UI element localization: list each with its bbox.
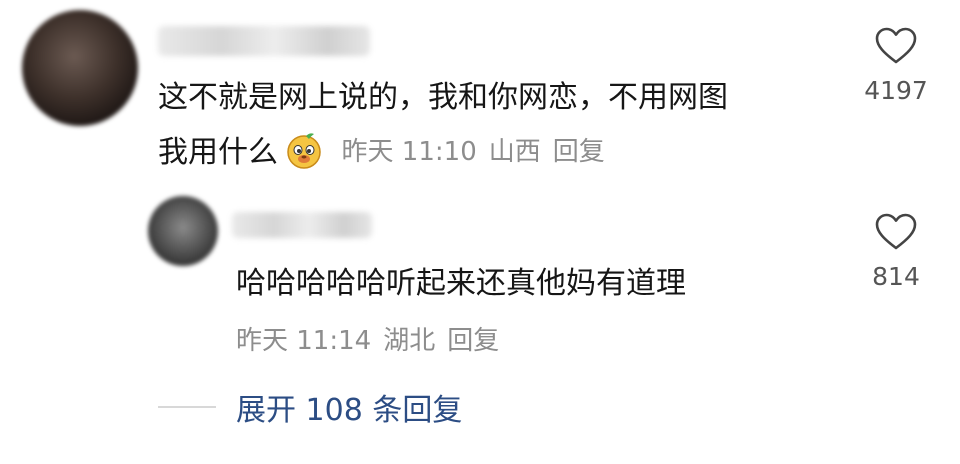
reply-reply-button[interactable]: 回复: [447, 320, 499, 357]
reply-location: 湖北: [383, 326, 436, 356]
username-blurred[interactable]: [158, 26, 370, 56]
expand-replies-label[interactable]: 展开 108 条回复: [236, 385, 462, 429]
reply-time: 昨天 11:14: [236, 326, 372, 356]
heart-icon: [875, 213, 917, 250]
doge-emoji-icon: [287, 133, 321, 169]
divider-line: [158, 406, 216, 408]
comment-meta: 昨天 11:10 山西 回复: [342, 130, 617, 174]
reply-meta: 昨天 11:14 湖北 回复: [236, 320, 511, 357]
comment-like-button[interactable]: 4197: [856, 26, 936, 105]
reply-avatar[interactable]: [148, 196, 218, 266]
comment-text-line2-wrapper: 我用什么 昨天 11:10 山西 回复: [158, 130, 617, 175]
reply-username-blurred[interactable]: [232, 212, 372, 238]
avatar[interactable]: [22, 10, 138, 126]
comment-reply-button[interactable]: 回复: [553, 130, 605, 174]
expand-replies-button[interactable]: 展开 108 条回复: [158, 385, 462, 429]
reply-text: 哈哈哈哈哈听起来还真他妈有道理: [236, 266, 686, 301]
comment-text-line2: 我用什么: [158, 135, 278, 170]
comment-like-count: 4197: [864, 76, 928, 105]
comment-text-line1: 这不就是网上说的，我和你网恋，不用网图: [158, 80, 728, 115]
reply-like-count: 814: [872, 262, 920, 291]
reply-like-button[interactable]: 814: [856, 212, 936, 291]
heart-icon: [875, 27, 917, 64]
comment-time: 昨天 11:10: [341, 137, 477, 167]
comment-location: 山西: [488, 137, 541, 167]
